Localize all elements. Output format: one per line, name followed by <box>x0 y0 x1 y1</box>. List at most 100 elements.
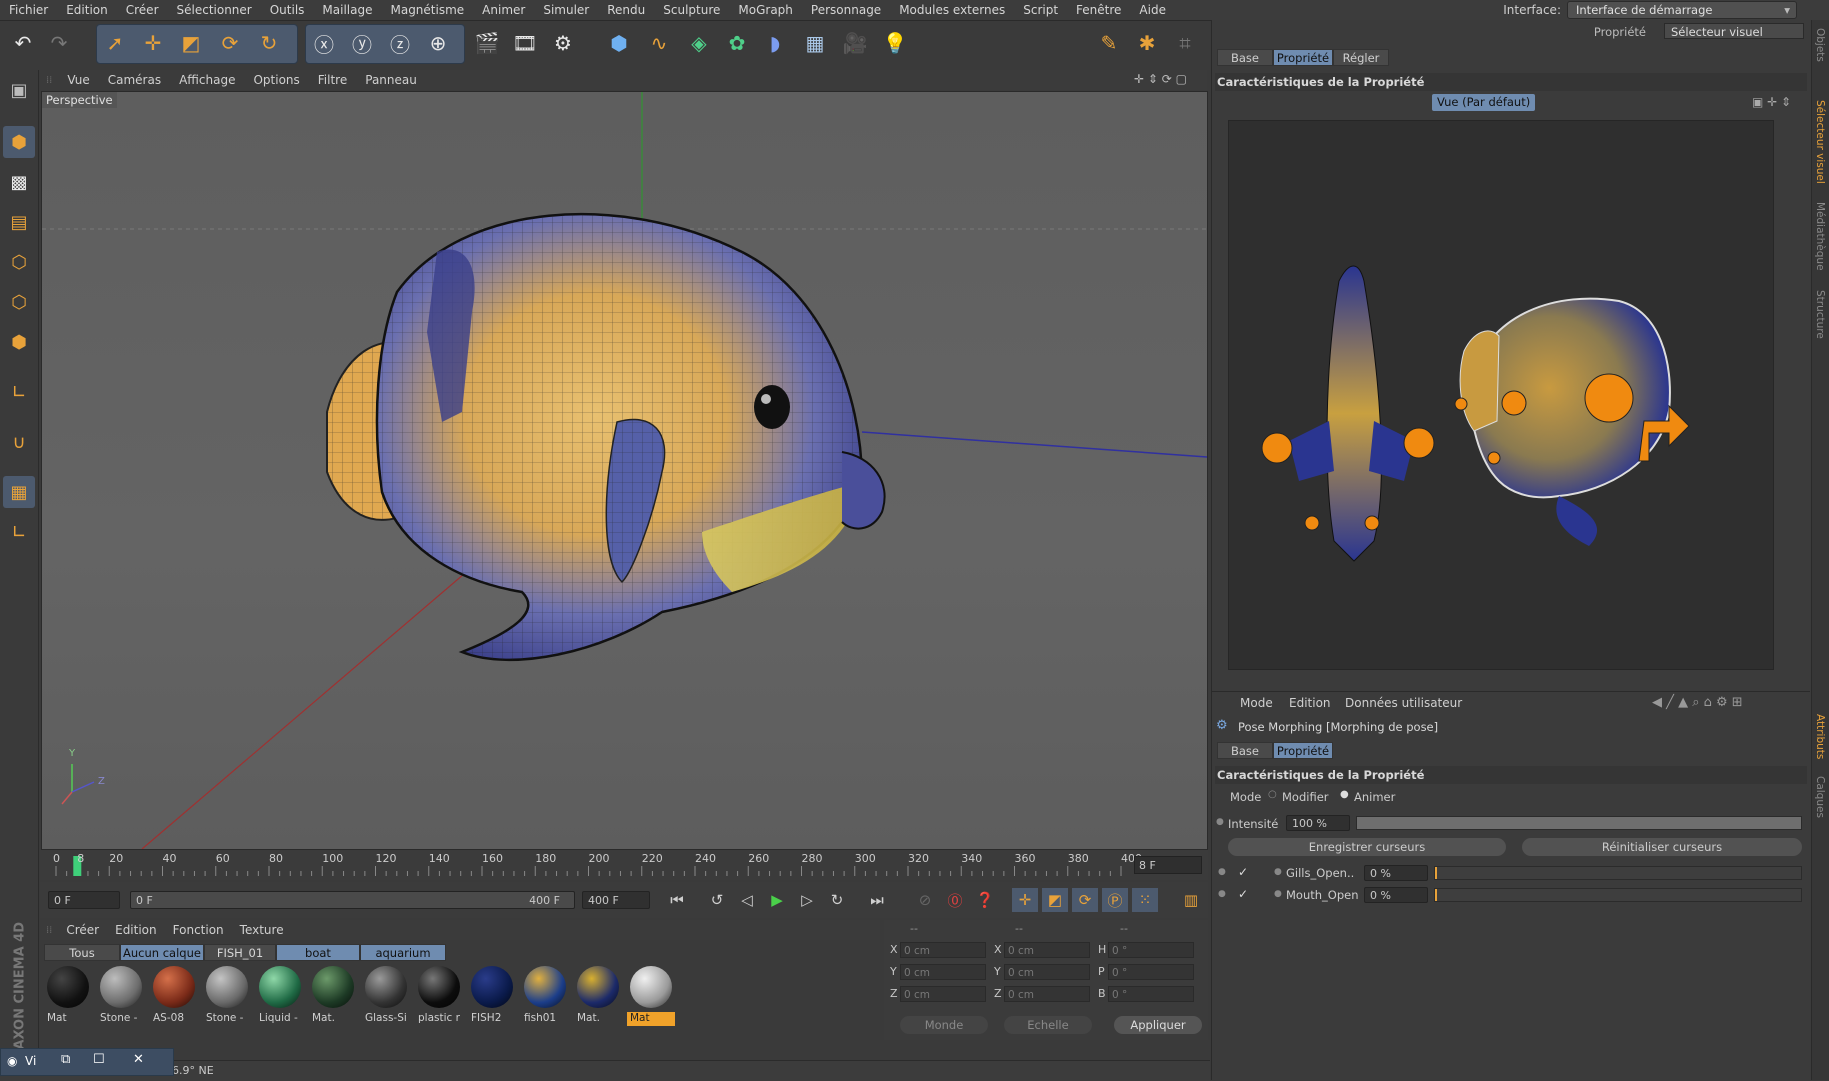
menu-item-0[interactable]: Fichier <box>0 0 57 20</box>
model-mode-icon[interactable]: ⬢ <box>3 126 35 158</box>
brush-tool-icon[interactable]: ✎ <box>1092 26 1126 60</box>
magnet-icon[interactable]: ∪ <box>3 426 35 458</box>
polygons-mode-icon[interactable]: ⬢ <box>3 326 35 358</box>
menu-item-15[interactable]: Fenêtre <box>1067 0 1130 20</box>
material-filter-1[interactable]: Aucun calque <box>120 944 204 961</box>
make-editable-icon[interactable]: ▣ <box>3 74 35 106</box>
render-settings-icon[interactable]: ⚙ <box>546 26 580 60</box>
redo-icon[interactable]: ↷ <box>42 26 76 60</box>
previous-key-icon[interactable]: ↺ <box>704 888 730 912</box>
texture-mode-icon[interactable]: ▩ <box>3 166 35 198</box>
menu-item-16[interactable]: Aide <box>1130 0 1175 20</box>
attr-tab-property[interactable]: Propriété <box>1273 742 1333 759</box>
side-tab-1[interactable]: Sélecteur visuel <box>1814 100 1826 184</box>
mode-modify-label[interactable]: Modifier <box>1282 790 1329 804</box>
material-grip-icon[interactable]: ⁞⁞ <box>40 925 58 936</box>
undo-icon[interactable]: ↶ <box>6 26 40 60</box>
material-menu-1[interactable]: Edition <box>107 923 165 937</box>
view-nav-icons[interactable]: ▣ ✛ ⇕ <box>1752 95 1791 109</box>
edges-mode-icon[interactable]: ⬡ <box>3 286 35 318</box>
coordinate-system-icon[interactable]: ⊕ <box>421 26 455 60</box>
snap-workplane-icon[interactable]: ∟ <box>3 516 35 548</box>
side-tab-3[interactable]: Structure <box>1814 290 1826 339</box>
intensity-slider[interactable] <box>1356 816 1802 830</box>
timeline-window-icon[interactable]: ▥ <box>1178 888 1204 912</box>
autokey-icon[interactable]: ❓ <box>972 888 998 912</box>
points-mode-icon[interactable]: ⬡ <box>3 246 35 278</box>
material-swatch[interactable]: fish01 <box>521 964 569 1028</box>
menu-item-2[interactable]: Créer <box>117 0 168 20</box>
material-filter-2[interactable]: FISH_01 <box>204 944 276 961</box>
play-icon[interactable]: ▶ <box>764 888 790 912</box>
key-rotation-icon[interactable]: ⟳ <box>1072 888 1098 912</box>
timeline[interactable]: 0 8 20 40 60 80 100 120 140 160 180 200 220 240 260 280… <box>40 850 1208 880</box>
rotate-icon[interactable]: ⟳ <box>213 26 247 60</box>
viewport-menu-3[interactable]: Options <box>244 73 308 87</box>
key-scale-icon[interactable]: ◩ <box>1042 888 1068 912</box>
workplane-mode-icon[interactable]: ▤ <box>3 206 35 238</box>
attr-menu-mode[interactable]: Mode <box>1240 696 1273 710</box>
recent-tool-icon[interactable]: ↻ <box>252 26 286 60</box>
go-to-end-icon[interactable]: ⏭ <box>864 888 890 912</box>
menu-item-13[interactable]: Modules externes <box>890 0 1014 20</box>
viewport-nav-icons[interactable]: ✛ ⇕ ⟳ ▢ <box>1134 72 1187 86</box>
previous-frame-icon[interactable]: ◁ <box>734 888 760 912</box>
tab-base[interactable]: Base <box>1217 49 1273 66</box>
material-swatch[interactable]: Liquid - <box>256 964 304 1028</box>
pose-value-field[interactable]: 0 % <box>1364 865 1428 881</box>
intensity-anim-dot[interactable]: ● <box>1216 817 1224 827</box>
pose-tool-icon[interactable]: ✱ <box>1130 26 1164 60</box>
menu-item-10[interactable]: Sculpture <box>654 0 729 20</box>
camera-icon[interactable]: 🎥 <box>838 26 872 60</box>
menu-item-8[interactable]: Simuler <box>534 0 598 20</box>
attr-tab-base[interactable]: Base <box>1217 742 1273 759</box>
floor-icon[interactable]: ▦ <box>798 26 832 60</box>
axis-mode-icon[interactable]: ∟ <box>3 376 35 408</box>
pose-value-field[interactable]: 0 % <box>1364 887 1428 903</box>
scale-icon[interactable]: ◩ <box>174 26 208 60</box>
menu-item-9[interactable]: Rendu <box>598 0 654 20</box>
coord-value-field[interactable]: 0 cm <box>1004 986 1090 1002</box>
material-swatch[interactable]: Stone - <box>97 964 145 1028</box>
material-swatch[interactable]: Mat <box>627 964 675 1028</box>
side-tab-0[interactable]: Objets <box>1814 28 1826 62</box>
attr-menu-edit[interactable]: Edition <box>1289 696 1331 710</box>
pose-slider[interactable] <box>1434 888 1802 902</box>
viewport-menu-5[interactable]: Panneau <box>356 73 426 87</box>
mode-animate-label[interactable]: Animer <box>1354 790 1395 804</box>
viewport-menu-1[interactable]: Caméras <box>99 73 170 87</box>
coord-value-field[interactable]: 0 cm <box>1004 942 1090 958</box>
attr-nav-icons[interactable]: ◀ ╱ ▲ ⌕ ⌂ ⚙ ⊞ <box>1652 695 1743 710</box>
menu-item-3[interactable]: Sélectionner <box>168 0 261 20</box>
menu-item-1[interactable]: Edition <box>57 0 117 20</box>
render-picture-viewer-icon[interactable]: 🎞 <box>508 26 542 60</box>
coord-scale-dropdown[interactable]: Echelle <box>1004 1016 1092 1034</box>
restore-icon[interactable]: ⧉ <box>61 1052 70 1067</box>
x-axis-lock-icon[interactable]: ⓧ <box>307 26 341 60</box>
menu-item-11[interactable]: MoGraph <box>729 0 802 20</box>
coord-value-field[interactable]: 0 cm <box>900 964 986 980</box>
coord-value-field[interactable]: 0 ° <box>1108 964 1194 980</box>
mode-modify-radio[interactable]: ○ <box>1268 789 1277 800</box>
start-frame-field[interactable]: 0 F <box>48 891 120 909</box>
coord-value-field[interactable]: 0 ° <box>1108 942 1194 958</box>
save-cursors-button[interactable]: Enregistrer curseurs <box>1228 838 1506 856</box>
view-default-button[interactable]: Vue (Par défaut) <box>1432 94 1536 111</box>
current-frame-field[interactable]: 8 F <box>1134 856 1202 874</box>
deformer-icon[interactable]: ◗ <box>758 26 792 60</box>
viewport-menu-2[interactable]: Affichage <box>170 73 244 87</box>
timeline-ruler[interactable]: 0 8 20 40 60 80 100 120 140 160 180 200 220 240 260 280… <box>50 850 1142 880</box>
key-parameter-icon[interactable]: Ⓟ <box>1102 888 1128 912</box>
material-filter-4[interactable]: aquarium <box>360 944 446 961</box>
viewport-menu-0[interactable]: Vue <box>58 73 98 87</box>
material-swatch[interactable]: Glass-Si <box>362 964 410 1028</box>
next-key-icon[interactable]: ↻ <box>824 888 850 912</box>
pose-anim-dot[interactable]: ● <box>1218 889 1226 899</box>
check-icon[interactable]: ✓ <box>1238 887 1248 901</box>
key-position-icon[interactable]: ✛ <box>1012 888 1038 912</box>
material-swatch[interactable]: Mat <box>44 964 92 1028</box>
workplane-lock-icon[interactable]: ▦ <box>3 476 35 508</box>
key-pla-icon[interactable]: ⁙ <box>1132 888 1158 912</box>
coord-value-field[interactable]: 0 ° <box>1108 986 1194 1002</box>
coord-mode-dropdown[interactable]: Monde <box>900 1016 988 1034</box>
